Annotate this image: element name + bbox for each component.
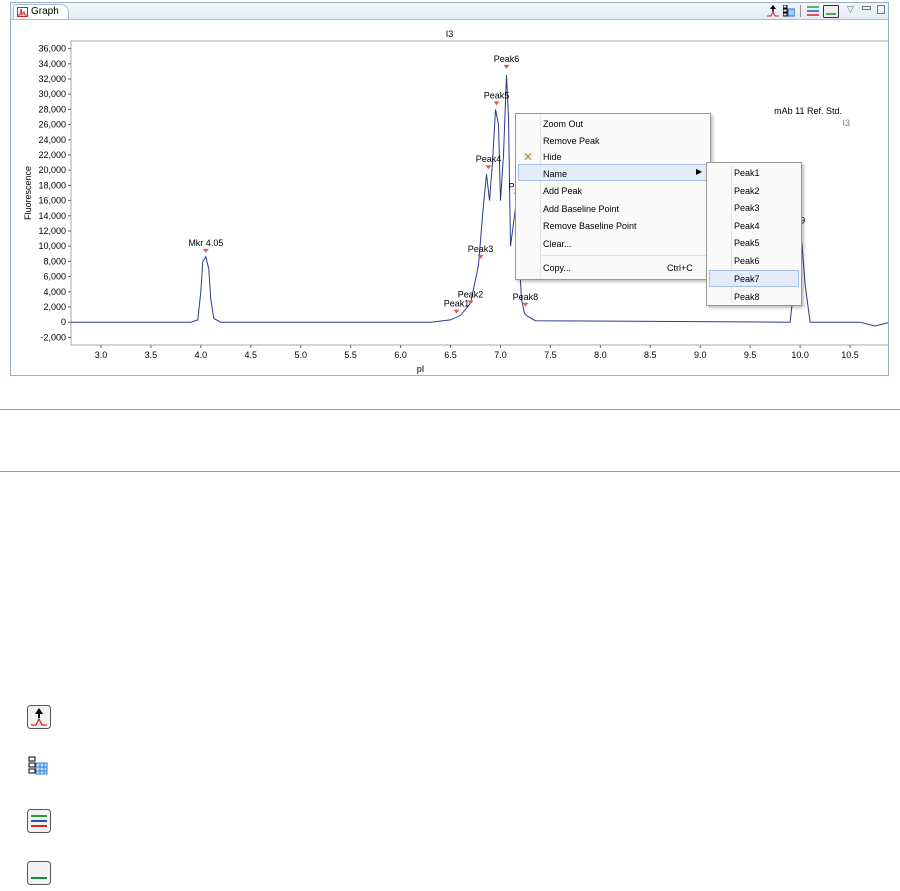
x-tick-label: 8.5 xyxy=(644,350,657,360)
y-tick-label: 24,000 xyxy=(38,135,66,145)
x-tick-label: 9.0 xyxy=(694,350,707,360)
peak-label: Peak8 xyxy=(513,292,539,302)
x-axis-label: pI xyxy=(417,364,425,374)
x-tick-label: 8.0 xyxy=(594,350,607,360)
y-tick-label: 14,000 xyxy=(38,211,66,221)
peak-label: Peak4 xyxy=(476,154,502,164)
y-tick-label: 2,000 xyxy=(43,302,66,312)
menu-item-copy[interactable]: Copy... xyxy=(543,263,571,273)
submenu-item-peak6[interactable]: Peak6 xyxy=(734,256,760,266)
peak-marker xyxy=(503,64,510,69)
x-tick-label: 5.5 xyxy=(344,350,357,360)
x-tick-label: 10.0 xyxy=(791,350,809,360)
y-tick-label: 8,000 xyxy=(43,256,66,266)
peak-label: Mkr 4.05 xyxy=(188,238,223,248)
submenu-arrow-icon: ▶ xyxy=(696,167,703,176)
menu-item-name[interactable]: Name xyxy=(543,169,567,179)
peak-marker xyxy=(202,248,209,253)
submenu-item-peak8[interactable]: Peak8 xyxy=(734,292,760,302)
peak-marker xyxy=(485,165,492,170)
name-submenu: Peak1 Peak2 Peak3 Peak4 Peak5 Peak6 Peak… xyxy=(706,162,802,306)
menu-item-remove-baseline-point[interactable]: Remove Baseline Point xyxy=(543,221,637,231)
submenu-item-peak7[interactable]: Peak7 xyxy=(734,274,760,284)
y-tick-label: 0 xyxy=(61,317,66,327)
table-icon xyxy=(28,756,48,775)
x-tick-label: 6.5 xyxy=(444,350,457,360)
y-tick-label: 32,000 xyxy=(38,74,66,84)
menu-item-hide[interactable]: Hide xyxy=(543,152,562,162)
submenu-item-peak3[interactable]: Peak3 xyxy=(734,203,760,213)
menu-separator xyxy=(542,255,708,256)
peak-marker xyxy=(477,254,484,259)
x-tick-label: 7.0 xyxy=(494,350,507,360)
chart-annotation: I3 xyxy=(843,118,851,128)
x-tick-label: 3.5 xyxy=(145,350,158,360)
divider-bottom xyxy=(0,471,900,472)
x-tick-label: 5.0 xyxy=(294,350,307,360)
y-tick-label: 26,000 xyxy=(38,120,66,130)
y-tick-label: 22,000 xyxy=(38,150,66,160)
peak-up-icon xyxy=(27,705,51,729)
x-tick-label: 3.0 xyxy=(95,350,108,360)
submenu-item-peak1[interactable]: Peak1 xyxy=(734,168,760,178)
context-menu-gutter xyxy=(540,116,541,277)
y-tick-label: -2,000 xyxy=(40,332,66,342)
y-tick-label: 16,000 xyxy=(38,196,66,206)
peak-label: Peak1 xyxy=(444,299,470,309)
y-tick-label: 10,000 xyxy=(38,241,66,251)
y-tick-label: 4,000 xyxy=(43,287,66,297)
menu-item-add-peak[interactable]: Add Peak xyxy=(543,186,582,196)
x-tick-label: 10.5 xyxy=(841,350,859,360)
x-tick-label: 4.5 xyxy=(245,350,258,360)
y-tick-label: 34,000 xyxy=(38,59,66,69)
peak-label: Peak3 xyxy=(468,244,494,254)
x-tick-label: 7.5 xyxy=(544,350,557,360)
menu-item-clear[interactable]: Clear... xyxy=(543,239,572,249)
multi-line-icon xyxy=(27,809,51,833)
x-mark-icon: ✕ xyxy=(523,150,534,164)
peak-label: Peak2 xyxy=(458,290,484,300)
submenu-item-peak2[interactable]: Peak2 xyxy=(734,186,760,196)
y-tick-label: 28,000 xyxy=(38,104,66,114)
menu-shortcut-copy: Ctrl+C xyxy=(667,263,693,273)
y-tick-label: 12,000 xyxy=(38,226,66,236)
y-tick-label: 20,000 xyxy=(38,165,66,175)
y-tick-label: 36,000 xyxy=(38,44,66,54)
y-tick-label: 6,000 xyxy=(43,272,66,282)
menu-item-zoom-out[interactable]: Zoom Out xyxy=(543,119,583,129)
divider-top xyxy=(0,409,900,410)
submenu-item-peak4[interactable]: Peak4 xyxy=(734,221,760,231)
menu-item-remove-peak[interactable]: Remove Peak xyxy=(543,136,600,146)
y-axis-label: Fluorescence xyxy=(23,166,33,220)
peak-marker xyxy=(453,309,460,314)
x-tick-label: 6.0 xyxy=(394,350,407,360)
submenu-item-peak5[interactable]: Peak5 xyxy=(734,238,760,248)
y-tick-label: 30,000 xyxy=(38,89,66,99)
menu-item-add-baseline-point[interactable]: Add Baseline Point xyxy=(543,204,619,214)
context-menu: Zoom Out Remove Peak ✕ Hide Name ▶ Add P… xyxy=(515,113,711,280)
single-line-icon xyxy=(27,861,51,885)
peak-label: Peak5 xyxy=(484,90,510,100)
peak-marker xyxy=(493,101,500,106)
x-tick-label: 4.0 xyxy=(195,350,208,360)
chart-annotation: mAb 11 Ref. Std. xyxy=(774,106,842,116)
x-tick-label: 9.5 xyxy=(744,350,757,360)
peak-label: Peak6 xyxy=(494,54,520,64)
y-tick-label: 18,000 xyxy=(38,180,66,190)
